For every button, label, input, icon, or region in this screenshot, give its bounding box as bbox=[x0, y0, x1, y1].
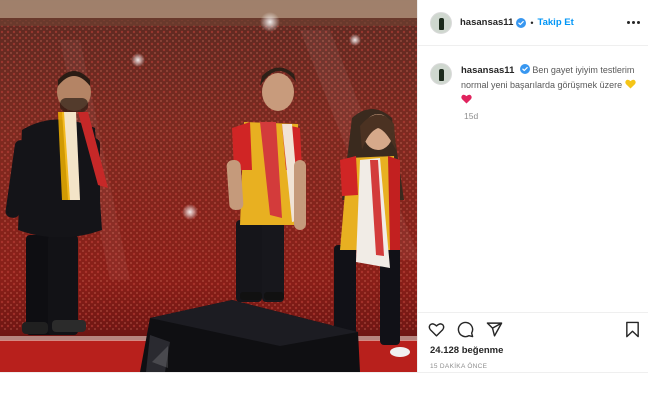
bookmark-icon[interactable] bbox=[624, 321, 641, 338]
heart-icon[interactable] bbox=[428, 321, 445, 338]
comment-icon[interactable] bbox=[457, 321, 474, 338]
caption-avatar[interactable] bbox=[430, 63, 452, 85]
post-actions: 24.128 beğenme 15 DAKİKA ÖNCE bbox=[418, 312, 648, 372]
header-username[interactable]: hasansas11 bbox=[460, 17, 513, 28]
bookmark-button[interactable] bbox=[624, 321, 641, 338]
posted-time[interactable]: 15 DAKİKA ÖNCE bbox=[430, 363, 487, 370]
ellipsis-icon[interactable] bbox=[625, 15, 641, 29]
post-side-panel: hasansas11 • Takip Et hasansas11 Ben gay… bbox=[417, 0, 648, 372]
yellow-heart-icon bbox=[624, 79, 636, 89]
separator-dot: • bbox=[530, 17, 534, 28]
stadium-photo bbox=[0, 0, 417, 372]
red-heart-icon bbox=[461, 94, 472, 104]
post-photo[interactable] bbox=[0, 0, 417, 372]
instagram-post: hasansas11 • Takip Et hasansas11 Ben gay… bbox=[0, 0, 648, 372]
share-icon[interactable] bbox=[486, 321, 503, 338]
caption-body: hasansas11 Ben gayet iyiyim testlerim no… bbox=[461, 63, 636, 108]
action-row bbox=[428, 321, 503, 338]
caption-username[interactable]: hasansas11 bbox=[461, 65, 514, 76]
caption-age[interactable]: 15d bbox=[464, 111, 478, 121]
verified-badge-icon bbox=[519, 64, 530, 74]
follow-button[interactable]: Takip Et bbox=[538, 17, 574, 28]
verified-badge-icon bbox=[516, 17, 527, 28]
caption-comment: hasansas11 Ben gayet iyiyim testlerim no… bbox=[430, 63, 640, 108]
avatar[interactable] bbox=[430, 11, 452, 34]
bottom-blank-area bbox=[0, 372, 648, 410]
post-header: hasansas11 • Takip Et bbox=[418, 0, 648, 46]
likes-count[interactable]: 24.128 beğenme bbox=[430, 345, 503, 356]
